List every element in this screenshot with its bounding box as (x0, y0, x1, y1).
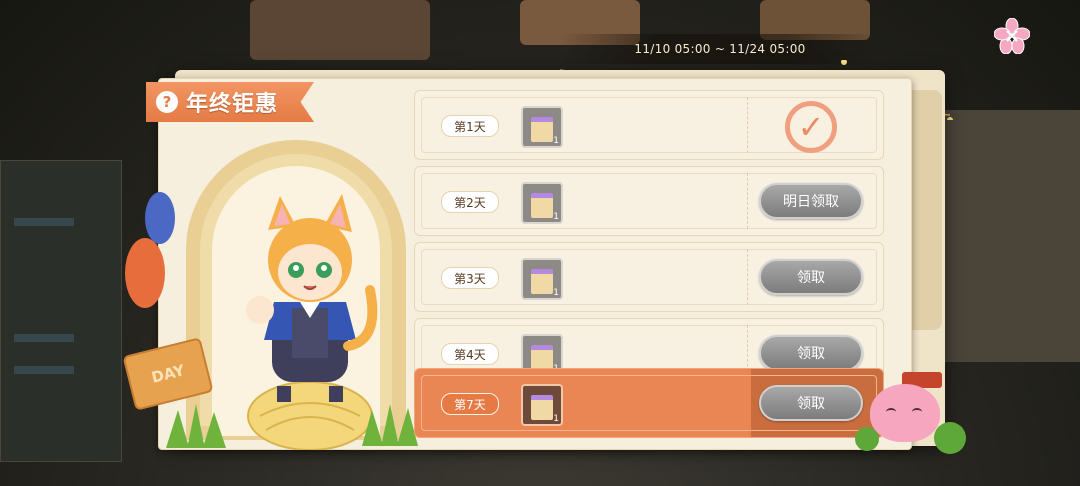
item-quantity: 1 (553, 288, 559, 298)
side-ui-label (14, 366, 74, 374)
day-label: 第7天 (441, 393, 499, 415)
panel-side-strip (910, 90, 942, 330)
grass-decoration (362, 404, 418, 446)
balloon-decoration (145, 192, 175, 244)
claim-button[interactable]: 领取 (759, 259, 863, 295)
gift-box-icon[interactable]: 1 (521, 106, 563, 148)
item-quantity: 1 (553, 414, 559, 424)
background-building (250, 0, 430, 60)
claim-tomorrow-button[interactable]: 明日领取 (759, 183, 863, 219)
reward-row-day-7: 第7天 1 领取 (414, 368, 884, 438)
background-ground (0, 160, 122, 462)
side-ui-label (14, 218, 74, 226)
reward-row-day-2: 第2天 1 明日领取 (414, 166, 884, 236)
cactus-decoration (855, 427, 879, 451)
day-label: 第3天 (441, 267, 499, 289)
side-ui-label (14, 334, 74, 342)
cactus-decoration (934, 422, 966, 454)
background-plaza (930, 110, 1080, 362)
help-icon[interactable]: ? (156, 91, 178, 113)
balloon-decoration (125, 238, 165, 308)
gift-box-icon[interactable]: 1 (521, 258, 563, 300)
day-label: 第2天 (441, 191, 499, 213)
reward-row-day-3: 第3天 1 领取 (414, 242, 884, 312)
day-label: 第1天 (441, 115, 499, 137)
day-sign-text: DAY (149, 361, 187, 387)
item-quantity: 1 (553, 212, 559, 222)
item-quantity: 1 (553, 136, 559, 146)
grass-decoration (166, 404, 226, 448)
sakura-icon[interactable] (993, 17, 1031, 55)
event-title-tab: ? 年终钜惠 (146, 82, 314, 122)
event-title: 年终钜惠 (186, 92, 279, 117)
claim-button[interactable]: 领取 (759, 335, 863, 371)
reward-row-day-1: 第1天 1 ✓ (414, 90, 884, 160)
gift-box-icon[interactable]: 1 (521, 384, 563, 426)
claim-button[interactable]: 领取 (759, 385, 863, 421)
date-range-text: 11/10 05:00 ~ 11/24 05:00 (634, 42, 806, 56)
check-icon: ✓ (785, 101, 837, 153)
day-label: 第4天 (441, 343, 499, 365)
gift-box-icon[interactable]: 1 (521, 182, 563, 224)
